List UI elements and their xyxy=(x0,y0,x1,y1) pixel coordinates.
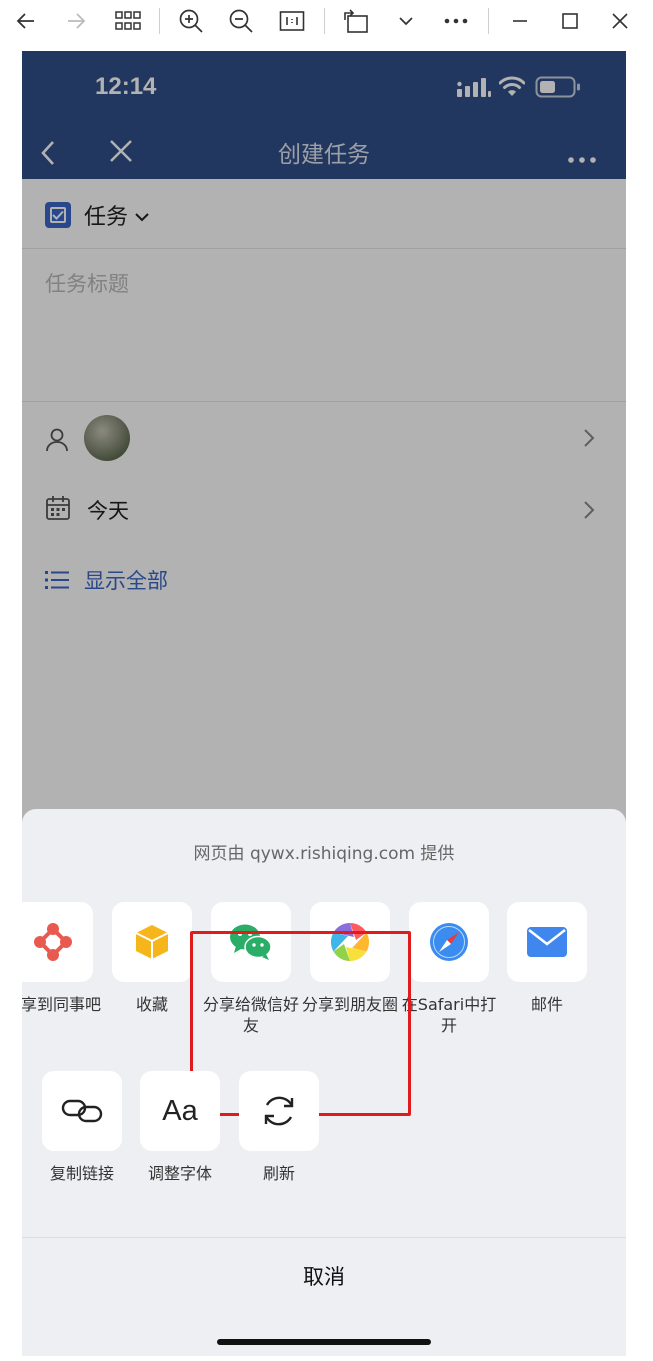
more-icon[interactable] xyxy=(438,6,474,36)
toolbar-divider xyxy=(488,8,489,34)
cancel-button[interactable]: 取消 xyxy=(22,1261,626,1291)
zoom-in-icon[interactable] xyxy=(173,6,209,36)
safari-compass-icon xyxy=(409,902,489,982)
phone-screen: 12:14 创建任务 任务 任务标题 今天 显示全部 网页由 qywx.rish… xyxy=(22,51,626,1356)
adjust-font-label: 调整字体 xyxy=(147,1164,212,1183)
forward-arrow-icon[interactable] xyxy=(58,6,94,36)
sheet-divider xyxy=(22,1237,626,1238)
mail-label: 邮件 xyxy=(530,995,563,1014)
refresh-icon xyxy=(239,1071,319,1151)
home-indicator xyxy=(217,1339,431,1345)
share-provider-text: 网页由 qywx.rishiqing.com 提供 xyxy=(193,844,455,864)
toolbar-divider xyxy=(159,8,160,34)
grid-view-icon[interactable] xyxy=(110,6,146,36)
colleague-share-icon xyxy=(22,902,93,982)
font-size-icon: Aa xyxy=(140,1071,220,1151)
mail-icon xyxy=(507,902,587,982)
open-in-safari-label: 在Safari中打开 xyxy=(401,995,497,1035)
actual-size-icon[interactable] xyxy=(274,6,310,36)
link-icon xyxy=(42,1071,122,1151)
favorite-box-icon xyxy=(112,902,192,982)
close-window-icon[interactable] xyxy=(602,6,638,36)
copy-link-label: 复制链接 xyxy=(49,1164,114,1183)
viewer-toolbar xyxy=(0,0,653,42)
rotate-icon[interactable] xyxy=(338,6,374,36)
share-to-colleague-label: 分享到同事吧 xyxy=(22,995,101,1014)
zoom-out-icon[interactable] xyxy=(223,6,259,36)
maximize-icon[interactable] xyxy=(552,6,588,36)
font-size-glyph: Aa xyxy=(162,1094,198,1127)
refresh-label: 刷新 xyxy=(262,1164,295,1183)
back-arrow-icon[interactable] xyxy=(8,6,44,36)
toolbar-divider xyxy=(324,8,325,34)
share-sheet: 网页由 qywx.rishiqing.com 提供 分享到同事吧 收藏 分享给微… xyxy=(22,809,626,1356)
minimize-icon[interactable] xyxy=(502,6,538,36)
chevron-down-icon[interactable] xyxy=(388,6,424,36)
